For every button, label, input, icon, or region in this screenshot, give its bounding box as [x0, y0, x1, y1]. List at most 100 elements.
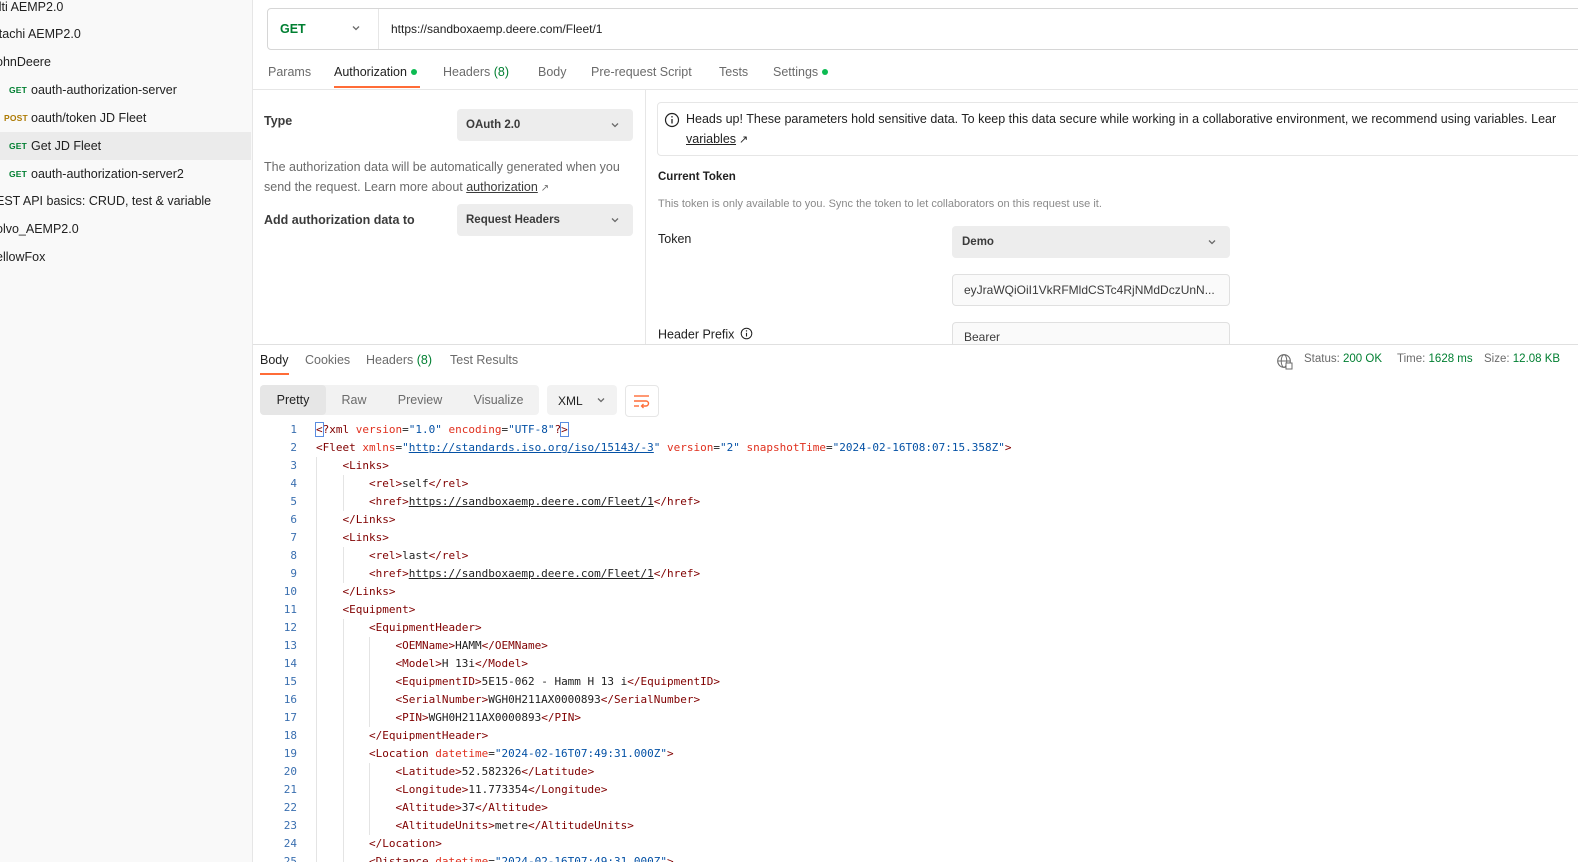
indent-guide: [316, 583, 317, 601]
tab-count: (8): [493, 65, 510, 79]
sidebar-item-oauth-token[interactable]: POST oauth/token JD Fleet: [0, 104, 251, 132]
method-select[interactable]: GET: [268, 9, 379, 49]
tab-label: Headers: [443, 65, 491, 79]
active-tab-indicator: [334, 86, 420, 88]
indent-guide: [316, 727, 317, 745]
token-value-field[interactable]: eyJraWQiOiI1VkRFMldCSTc4RjNMdDczUnN...: [952, 274, 1230, 306]
wrap-lines-icon: [633, 393, 651, 414]
indent-guide: [342, 781, 344, 799]
info-icon: [664, 112, 680, 133]
tab-body[interactable]: Body: [538, 65, 567, 91]
method-badge: GET: [9, 169, 28, 179]
line-number: 9: [290, 567, 297, 580]
tab-prerequest-script[interactable]: Pre-request Script: [591, 65, 692, 91]
sidebar-item-label: oauth-authorization-server: [31, 83, 177, 97]
auth-type-select[interactable]: OAuth 2.0: [457, 109, 633, 141]
indent-guide: [369, 781, 371, 799]
response-tab-test-results[interactable]: Test Results: [450, 353, 518, 367]
token-select[interactable]: Demo: [952, 226, 1230, 258]
format-select[interactable]: XML: [547, 385, 617, 415]
sidebar-item-hilti[interactable]: ilti AEMP2.0: [0, 0, 251, 21]
token-value: eyJraWQiOiI1VkRFMldCSTc4RjNMdDczUnN...: [964, 283, 1215, 297]
indent-guide: [316, 601, 317, 619]
header-prefix-label: Header Prefix: [658, 327, 753, 343]
line-number: 24: [283, 837, 297, 850]
line-number: 25: [283, 855, 297, 862]
authorization-link[interactable]: authorization: [466, 180, 538, 194]
time-readout: Time: 1628 ms: [1397, 353, 1473, 365]
tab-headers[interactable]: Headers (8): [443, 65, 509, 91]
sidebar-item-label: itachi AEMP2.0: [0, 27, 81, 41]
code-line-content: <Longitude>11.773354</Longitude>: [395, 783, 608, 796]
time-value: 1628 ms: [1428, 353, 1473, 365]
line-number: 5: [290, 495, 297, 508]
sidebar-item-label: EST API basics: CRUD, test & variable: [0, 194, 212, 208]
active-tab-indicator: [260, 373, 289, 375]
wrap-lines-button[interactable]: [625, 385, 659, 417]
line-number: 16: [283, 693, 297, 706]
sidebar-item-volvo[interactable]: olvo_AEMP2.0: [0, 215, 251, 243]
code-line-content: <Links>: [342, 531, 389, 544]
code-line-content: <EquipmentID>5E15-062 - Hamm H 13 i</Equ…: [395, 675, 721, 688]
pane-divider[interactable]: [645, 90, 646, 344]
response-body-editor[interactable]: 1 <?xml version="1.0" encoding="UTF-8"?> 2…: [253, 421, 1578, 862]
indent-guide: [316, 799, 317, 817]
globe-icon[interactable]: [1276, 353, 1293, 375]
status-readout: Status: 200 OK: [1304, 353, 1382, 365]
type-label: Type: [264, 114, 293, 128]
response-divider[interactable]: [253, 344, 1578, 345]
tab-tests[interactable]: Tests: [719, 65, 748, 91]
status-dot-icon: [822, 68, 829, 75]
line-number: 7: [290, 531, 297, 544]
sidebar-item-label: ellowFox: [0, 250, 46, 264]
sidebar-item-oauth-server[interactable]: GET oauth-authorization-server: [0, 76, 251, 104]
sidebar-item-rest-api-basics[interactable]: EST API basics: CRUD, test & variable: [0, 187, 251, 215]
header-prefix-value: Bearer: [964, 330, 1001, 344]
line-number: 22: [283, 801, 297, 814]
code-line-content: <PIN>WGH0H211AX0000893</PIN>: [395, 711, 581, 724]
alert-text: Heads up! These parameters hold sensitiv…: [686, 112, 1557, 126]
add-to-select[interactable]: Request Headers: [457, 204, 633, 236]
info-icon[interactable]: [740, 327, 753, 343]
auth-type-value: OAuth 2.0: [466, 119, 521, 131]
code-line-content: <Distance datetime="2024-02-16T07:49:31.…: [368, 855, 674, 862]
indent-guide: [342, 691, 344, 709]
tab-label: Settings: [773, 65, 819, 79]
response-tab-headers[interactable]: Headers (8): [366, 353, 432, 367]
indent-guide: [316, 529, 317, 547]
indent-guide: [342, 547, 344, 565]
header-prefix-field[interactable]: Bearer: [952, 322, 1230, 345]
sidebar-item-get-jd-fleet[interactable]: GET Get JD Fleet: [0, 132, 251, 160]
chevron-down-icon: [609, 119, 621, 134]
sidebar-item-oauth-server2[interactable]: GET oauth-authorization-server2: [0, 160, 251, 188]
indent-guide: [342, 727, 344, 745]
indent-guide: [316, 763, 317, 781]
code-line-content: <?xml version="1.0" encoding="UTF-8"?>: [315, 422, 569, 437]
size-readout: Size: 12.08 KB: [1484, 353, 1560, 365]
url-input[interactable]: https://sandboxaemp.deere.com/Fleet/1: [391, 22, 602, 36]
view-preview-button[interactable]: Preview: [384, 385, 456, 415]
tab-label: Headers: [366, 353, 414, 367]
sidebar-item-johndeere[interactable]: ohnDeere: [0, 48, 251, 76]
view-visualize-button[interactable]: Visualize: [458, 385, 539, 415]
view-pretty-button[interactable]: Pretty: [260, 385, 326, 415]
indent-guide: [369, 637, 371, 655]
indent-guide: [342, 619, 344, 637]
response-tab-body[interactable]: Body: [260, 353, 289, 367]
indent-guide: [342, 853, 344, 862]
sidebar-item-label: oauth-authorization-server2: [31, 167, 184, 181]
tab-settings[interactable]: Settings: [773, 65, 829, 91]
tab-params[interactable]: Params: [268, 65, 311, 91]
code-line-content: </Links>: [342, 585, 396, 598]
sidebar-item-hitachi[interactable]: itachi AEMP2.0: [0, 20, 251, 48]
collections-sidebar: ilti AEMP2.0 itachi AEMP2.0 ohnDeere GET…: [0, 0, 253, 862]
line-number: 18: [283, 729, 297, 742]
auth-settings-pane: Type OAuth 2.0 The authorization data wi…: [253, 90, 644, 344]
external-link-icon: ↗: [739, 134, 749, 146]
response-tab-cookies[interactable]: Cookies: [305, 353, 350, 367]
line-number: 15: [283, 675, 297, 688]
variables-link[interactable]: variables ↗: [686, 132, 748, 146]
indent-guide: [316, 619, 317, 637]
view-raw-button[interactable]: Raw: [326, 385, 382, 415]
sidebar-item-yellowfox[interactable]: ellowFox: [0, 243, 251, 271]
